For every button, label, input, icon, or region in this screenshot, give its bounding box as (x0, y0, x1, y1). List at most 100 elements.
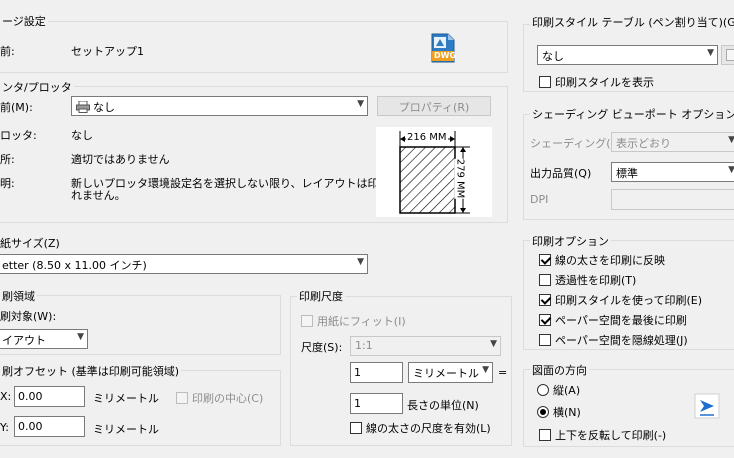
page-setup-name-value: セットアップ1 (71, 45, 144, 58)
center-plot-label: 印刷の中心(C) (192, 392, 264, 405)
display-plot-styles-checkbox[interactable]: 印刷スタイルを表示 (539, 74, 654, 90)
checkbox-box (350, 422, 362, 434)
checkbox-box (539, 254, 551, 266)
offset-x-input[interactable]: 0.00 (14, 386, 85, 407)
offset-x-label: X: (0, 390, 12, 403)
shaded-viewport-title: シェーディング ビューポート オプション (530, 106, 734, 122)
plot-scale-title: 印刷尺度 (297, 288, 345, 304)
printer-name-combo[interactable]: なし ▼ (71, 96, 368, 116)
scale-unit-combo[interactable]: ミリメートル ▼ (408, 362, 493, 383)
length-unit-label: 長さの単位(N) (407, 399, 479, 412)
center-plot-checkbox[interactable]: 印刷の中心(C) (176, 390, 263, 406)
offset-y-label: Y: (0, 421, 9, 434)
chevron-down-icon: ▼ (357, 99, 364, 109)
checkbox-box (539, 429, 551, 441)
offset-y-input[interactable]: 0.00 (14, 416, 85, 437)
plot-transparency-checkbox[interactable]: 透過性を印刷(T) (539, 272, 636, 288)
quality-combo[interactable]: 標準 ▼ (611, 162, 734, 182)
checkbox-box (539, 76, 551, 88)
plotter-value: なし (71, 129, 93, 142)
scale-lineweights-label: 線の太さの尺度を有効(L) (366, 422, 491, 435)
landscape-orientation-icon (694, 393, 720, 419)
paper-preview: 216 MM 279 MM (376, 127, 492, 217)
scale-value1-input[interactable]: 1 (350, 362, 403, 383)
printer-icon (76, 100, 90, 113)
edit-icon (726, 49, 734, 61)
checkbox-box (176, 392, 188, 404)
offset-x-unit: ミリメートル (93, 392, 159, 405)
radio-dot (537, 406, 549, 418)
orientation-title: 図面の方向 (530, 362, 589, 378)
dwg-icon-text: DWG (434, 51, 457, 60)
portrait-radio[interactable]: 縦(A) (537, 382, 580, 398)
hide-paperspace-label: ペーパー空間を隠線処理(J) (555, 334, 688, 347)
upside-down-label: 上下を反転して印刷(-) (555, 429, 667, 442)
chevron-down-icon: ▼ (490, 339, 497, 349)
preview-height-label: 279 MM (454, 158, 466, 199)
properties-button[interactable]: プロパティ(R) (377, 96, 491, 116)
paperspace-last-checkbox[interactable]: ペーパー空間を最後に印刷 (539, 312, 687, 328)
printer-name-value: なし (93, 101, 115, 114)
scale-combo[interactable]: 1:1 ▼ (350, 336, 501, 356)
dwg-file-icon: DWG (431, 33, 457, 63)
landscape-radio[interactable]: 横(N) (537, 404, 581, 420)
description-line-2: れません。 (71, 189, 126, 202)
plotter-label: ロッタ: (0, 129, 37, 142)
plot-style-table-title: 印刷スタイル テーブル (ペン割り当て)(G) (530, 14, 734, 30)
plot-transparency-label: 透過性を印刷(T) (555, 274, 637, 287)
chevron-down-icon: ▼ (728, 135, 734, 145)
plot-lineweights-label: 線の太さを印刷に反映 (555, 254, 665, 267)
plot-what-combo[interactable]: イアウト ▼ (0, 329, 88, 349)
plot-with-styles-checkbox[interactable]: 印刷スタイルを使って印刷(E) (539, 292, 702, 308)
plot-style-combo[interactable]: なし ▼ (537, 45, 718, 65)
fit-to-paper-checkbox[interactable]: 用紙にフィット(I) (301, 313, 406, 329)
dpi-input[interactable] (611, 189, 734, 210)
plot-options-title: 印刷オプション (530, 233, 611, 249)
edit-plot-style-button[interactable] (721, 45, 734, 65)
portrait-label: 縦(A) (553, 384, 581, 397)
description-label: 明: (0, 177, 15, 190)
equals-sign: = (498, 366, 508, 379)
display-plot-styles-label: 印刷スタイルを表示 (555, 76, 654, 89)
checkbox-box (539, 294, 551, 306)
shade-plot-combo[interactable]: 表示どおり ▼ (611, 132, 734, 152)
shade-plot-label: シェーディング(D) (530, 137, 624, 150)
chevron-down-icon: ▼ (77, 332, 84, 342)
plot-style-value: なし (542, 50, 564, 63)
plot-offset-title: 刷オフセット (基準は印刷可能領域) (0, 363, 182, 379)
checkbox-box (301, 315, 313, 327)
scale-label: 尺度(S): (301, 341, 343, 354)
quality-value: 標準 (616, 167, 638, 180)
chevron-down-icon: ▼ (482, 365, 489, 375)
landscape-label: 横(N) (553, 406, 581, 419)
paper-size-value: etter (8.50 x 11.00 インチ) (2, 259, 147, 272)
where-value: 適切ではありません (71, 153, 170, 166)
hide-paperspace-checkbox[interactable]: ペーパー空間を隠線処理(J) (539, 332, 688, 348)
chevron-down-icon: ▼ (357, 257, 364, 267)
where-label: 所: (0, 153, 15, 166)
paper-size-combo[interactable]: etter (8.50 x 11.00 インチ) ▼ (0, 254, 368, 274)
checkbox-box (539, 314, 551, 326)
scale-value: 1:1 (355, 339, 373, 352)
printer-title: ンタ/プロッタ (0, 79, 74, 95)
dpi-label: DPI (530, 193, 549, 206)
paperspace-last-label: ペーパー空間を最後に印刷 (555, 314, 687, 327)
offset-y-unit: ミリメートル (93, 423, 159, 436)
checkbox-box (539, 274, 551, 286)
upside-down-checkbox[interactable]: 上下を反転して印刷(-) (539, 427, 666, 443)
page-setup-name-label: 前: (0, 45, 15, 58)
preview-width-label: 216 MM (406, 132, 448, 143)
plot-what-value: イアウト (2, 334, 46, 347)
radio-dot (537, 384, 549, 396)
fit-to-paper-label: 用紙にフィット(I) (317, 315, 406, 328)
printer-name-label: 前(M): (0, 101, 33, 114)
scale-unit-value: ミリメートル (413, 367, 479, 380)
scale-value2-input[interactable]: 1 (350, 393, 403, 414)
checkbox-box (539, 334, 551, 346)
chevron-down-icon: ▼ (707, 48, 714, 58)
plot-with-styles-label: 印刷スタイルを使って印刷(E) (555, 294, 702, 307)
plot-lineweights-checkbox[interactable]: 線の太さを印刷に反映 (539, 252, 665, 268)
shade-plot-value: 表示どおり (616, 137, 671, 150)
scale-lineweights-checkbox[interactable]: 線の太さの尺度を有効(L) (350, 420, 491, 436)
page-setup-title: ージ設定 (0, 13, 48, 29)
